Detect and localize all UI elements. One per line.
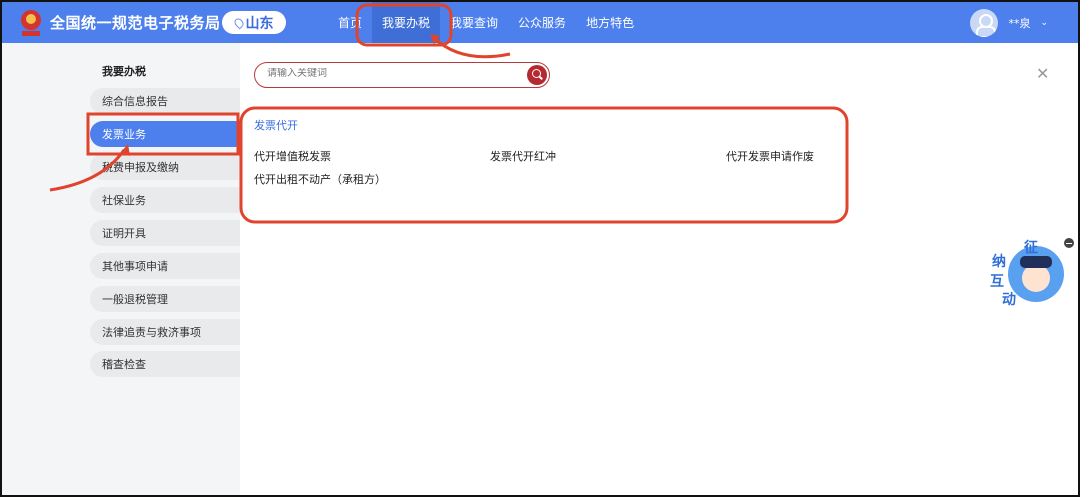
service-link[interactable]: 代开增值税发票	[254, 148, 331, 164]
sidebar-item-info-report[interactable]: 综合信息报告	[90, 88, 240, 114]
sidebar-item-social-security[interactable]: 社保业务	[90, 187, 240, 213]
mascot-widget[interactable]: 征 纳 互 动	[984, 238, 1068, 310]
location-pin-icon	[232, 16, 245, 29]
svg-text:征: 征	[1024, 239, 1038, 256]
svg-text:纳: 纳	[992, 253, 1006, 270]
svg-text:动: 动	[1002, 291, 1016, 308]
nav-home[interactable]: 首页	[328, 2, 372, 43]
sidebar-item-other-requests[interactable]: 其他事项申请	[90, 253, 240, 279]
nav-query[interactable]: 我要查询	[440, 2, 508, 43]
region-label: 山东	[245, 15, 274, 32]
chevron-down-icon[interactable]: ⌄	[1040, 18, 1048, 28]
avatar[interactable]	[970, 9, 999, 37]
user-name: **泉	[1008, 17, 1031, 30]
sidebar-item-legal[interactable]: 法律追责与救济事项	[90, 319, 240, 345]
search-input[interactable]	[267, 68, 507, 79]
tax-emblem-icon	[21, 10, 41, 36]
nav-public-service[interactable]: 公众服务	[508, 2, 576, 43]
close-icon[interactable]: ✕	[1036, 64, 1049, 83]
sidebar: 我要办税 综合信息报告 发票业务 税费申报及缴纳 社保业务 证明开具 其他事项申…	[2, 43, 240, 495]
search-box	[254, 62, 550, 88]
region-selector[interactable]: 山东	[222, 11, 286, 34]
sidebar-title: 我要办税	[102, 65, 146, 78]
sidebar-item-refund[interactable]: 一般退税管理	[90, 286, 240, 312]
service-link[interactable]: 发票代开红冲	[490, 148, 556, 164]
sidebar-item-invoice[interactable]: 发票业务	[90, 121, 240, 147]
sidebar-item-declaration[interactable]: 税费申报及缴纳	[90, 154, 240, 180]
sidebar-item-inspection[interactable]: 稽查检查	[90, 351, 240, 377]
service-link[interactable]: 代开出租不动产（承租方）	[254, 171, 386, 187]
service-link[interactable]: 代开发票申请作废	[726, 148, 814, 164]
nav-local-feature[interactable]: 地方特色	[576, 2, 644, 43]
search-icon[interactable]	[527, 65, 547, 85]
minimize-icon[interactable]	[1064, 238, 1074, 248]
site-title: 全国统一规范电子税务局	[50, 14, 221, 32]
top-header: 全国统一规范电子税务局 山东 首页 我要办税 我要查询 公众服务 地方特色 **…	[2, 2, 1078, 43]
main-nav: 首页 我要办税 我要查询 公众服务 地方特色	[328, 2, 644, 43]
category-title: 发票代开	[254, 119, 298, 132]
sidebar-item-certificate[interactable]: 证明开具	[90, 220, 240, 246]
svg-text:互: 互	[990, 274, 1004, 290]
user-menu[interactable]: **泉 ⌄	[970, 9, 1048, 37]
nav-tax-handling[interactable]: 我要办税	[372, 2, 441, 43]
